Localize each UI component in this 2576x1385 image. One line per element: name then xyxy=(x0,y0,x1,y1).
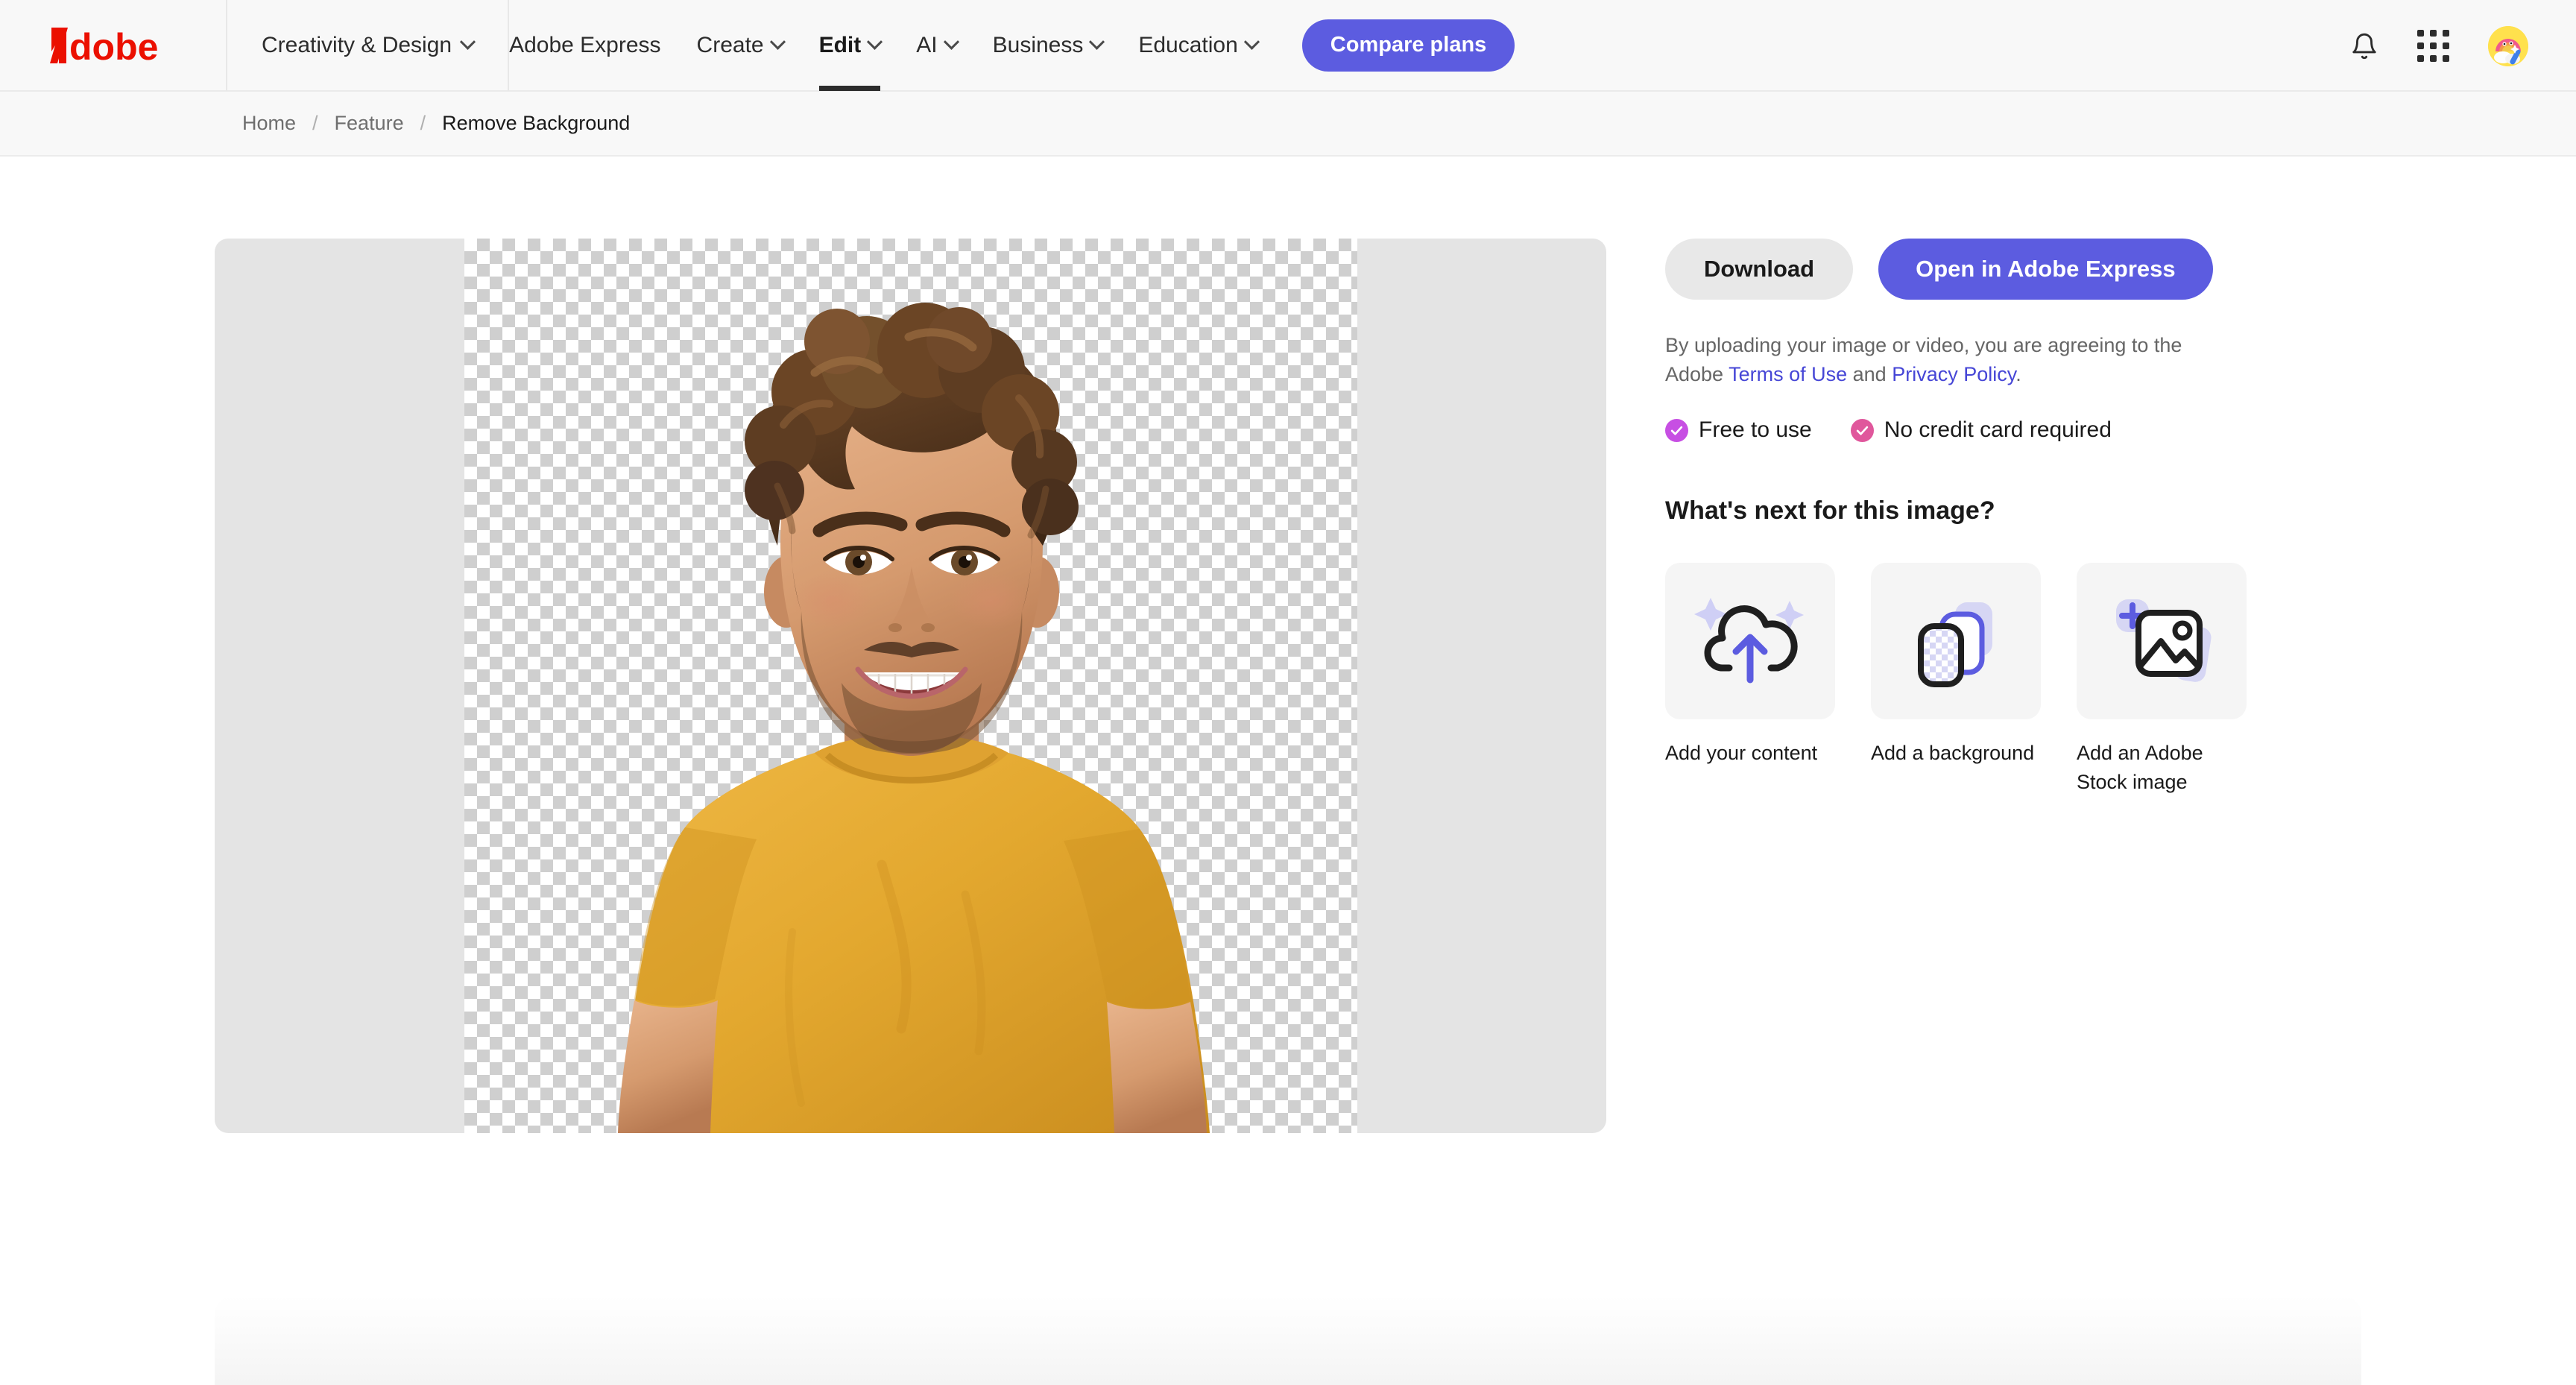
nav-item-ai[interactable]: AI xyxy=(898,0,974,91)
breadcrumb-separator: / xyxy=(404,112,443,135)
nav-item-label: Create xyxy=(697,33,764,58)
breadcrumb-item-home[interactable]: Home xyxy=(242,112,296,135)
nav-secondary: Adobe Express Create Edit AI Business Ed… xyxy=(509,0,1275,91)
main-content: Download Open in Adobe Express By upload… xyxy=(0,157,2576,1306)
card-label: Add an Adobe Stock image xyxy=(2077,739,2247,796)
nav-item-adobe-express[interactable]: Adobe Express xyxy=(509,0,678,91)
badge-no-credit-card: No credit card required xyxy=(1851,417,2112,443)
nav-item-label: AI xyxy=(916,33,937,58)
legal-disclaimer: By uploading your image or video, you ar… xyxy=(1665,331,2232,389)
card-label: Add your content xyxy=(1665,739,1835,767)
chevron-down-icon xyxy=(460,34,476,50)
nav-item-edit[interactable]: Edit xyxy=(801,0,899,91)
adobe-wordmark: dobe xyxy=(69,26,158,66)
breadcrumb: Home / Feature / Remove Background xyxy=(0,92,2576,157)
card-add-adobe-stock-image[interactable]: Add an Adobe Stock image xyxy=(2077,563,2247,796)
card-tile[interactable] xyxy=(1665,563,1835,719)
nav-item-label: Edit xyxy=(819,33,862,58)
download-button[interactable]: Download xyxy=(1665,239,1853,300)
whats-next-title: What's next for this image? xyxy=(1665,496,2336,526)
legal-conjunction: and xyxy=(1847,363,1892,385)
chevron-down-icon xyxy=(769,34,785,50)
nav-item-label: Education xyxy=(1138,33,1237,58)
adobe-logo[interactable]: dobe xyxy=(0,0,227,91)
card-tile[interactable] xyxy=(2077,563,2247,719)
card-tile[interactable] xyxy=(1871,563,2041,719)
header-utility-icons xyxy=(2350,0,2528,92)
chevron-down-icon xyxy=(1244,34,1260,50)
open-in-adobe-express-button[interactable]: Open in Adobe Express xyxy=(1878,239,2213,300)
card-add-your-content[interactable]: Add your content xyxy=(1665,563,1835,796)
site-header: dobe Creativity & Design Adobe Express C… xyxy=(0,0,2576,92)
chevron-down-icon xyxy=(867,34,883,50)
badge-label: No credit card required xyxy=(1884,417,2112,443)
card-add-a-background[interactable]: Add a background xyxy=(1871,563,2041,796)
nav-item-label: Business xyxy=(993,33,1084,58)
check-circle-icon xyxy=(1851,419,1874,442)
avatar-image xyxy=(2488,26,2528,66)
nav-item-label: Adobe Express xyxy=(509,33,660,58)
breadcrumb-separator: / xyxy=(296,112,335,135)
card-label: Add a background xyxy=(1871,739,2041,767)
badge-label: Free to use xyxy=(1699,417,1812,443)
adobe-logo-icon: dobe xyxy=(50,25,177,66)
breadcrumb-item-feature[interactable]: Feature xyxy=(335,112,404,135)
app-grid-icon xyxy=(2417,30,2449,62)
legal-suffix: . xyxy=(2015,363,2021,385)
primary-actions: Download Open in Adobe Express xyxy=(1665,239,2336,300)
app-switcher-button[interactable] xyxy=(2417,30,2449,62)
layers-background-icon xyxy=(1900,589,2012,693)
chevron-down-icon xyxy=(1089,34,1105,50)
avatar[interactable] xyxy=(2488,26,2528,66)
badge-free-to-use: Free to use xyxy=(1665,417,1812,443)
privacy-policy-link[interactable]: Privacy Policy xyxy=(1892,363,2015,385)
image-preview-canvas[interactable] xyxy=(215,239,1606,1133)
nav-creativity-design[interactable]: Creativity & Design xyxy=(227,0,509,91)
cloud-upload-icon xyxy=(1694,592,1806,690)
check-circle-icon xyxy=(1665,419,1688,442)
nav-item-education[interactable]: Education xyxy=(1120,0,1275,91)
nav-item-create[interactable]: Create xyxy=(679,0,801,91)
nav-item-business[interactable]: Business xyxy=(975,0,1121,91)
bell-icon xyxy=(2350,31,2378,61)
subject-cutout-image xyxy=(464,239,1357,1133)
add-image-icon xyxy=(2106,589,2217,693)
next-steps-cards: Add your content xyxy=(1665,563,2336,796)
actions-panel: Download Open in Adobe Express By upload… xyxy=(1665,239,2336,796)
terms-of-use-link[interactable]: Terms of Use xyxy=(1729,363,1847,385)
feature-badges: Free to use No credit card required xyxy=(1665,417,2336,443)
breadcrumb-item-current: Remove Background xyxy=(442,112,630,135)
compare-plans-button[interactable]: Compare plans xyxy=(1302,19,1515,72)
nav-creativity-design-label: Creativity & Design xyxy=(262,33,452,58)
chevron-down-icon xyxy=(944,34,959,50)
notifications-button[interactable] xyxy=(2350,31,2378,61)
next-section-peek xyxy=(215,1296,2361,1385)
